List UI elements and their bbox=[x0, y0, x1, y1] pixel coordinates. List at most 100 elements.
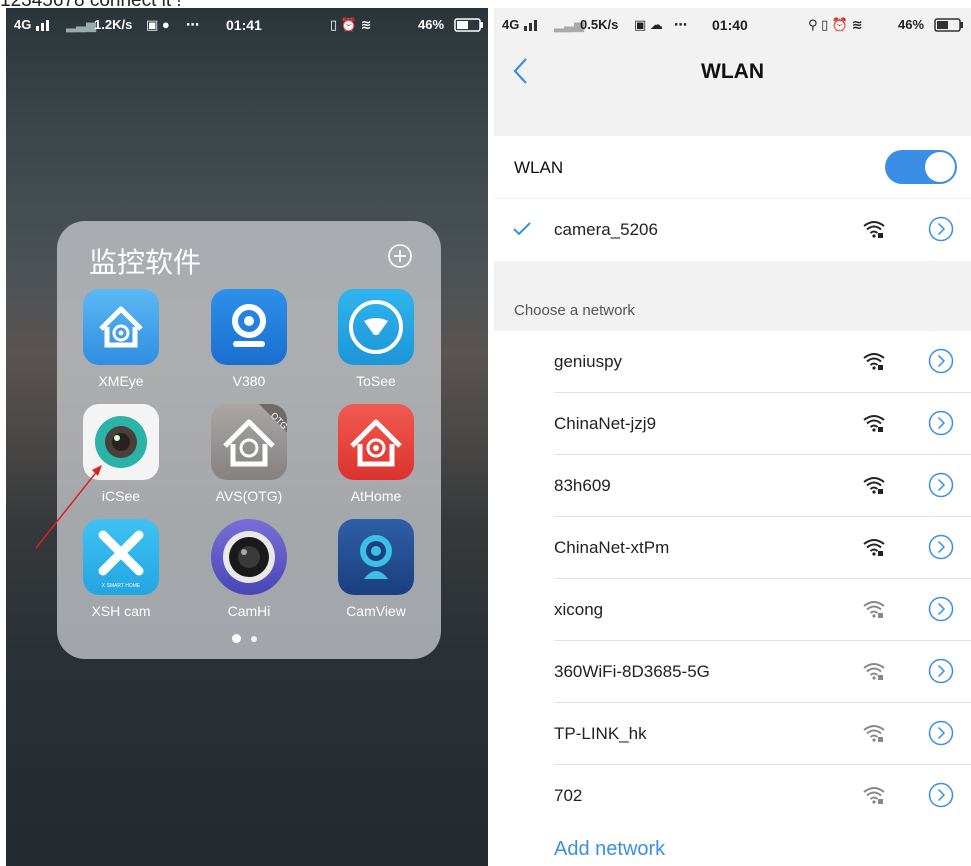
battery-percent: 46% bbox=[898, 17, 925, 32]
app-label: V380 bbox=[232, 373, 266, 389]
network-detail-icon[interactable] bbox=[928, 410, 954, 436]
app-avs-otg[interactable]: OTG AVS(OTG) bbox=[199, 404, 299, 504]
athome-house-icon bbox=[338, 404, 414, 480]
wifi-locked-icon bbox=[863, 663, 885, 680]
network-detail-icon[interactable] bbox=[928, 782, 954, 808]
navigation-bar: WLAN bbox=[494, 40, 971, 104]
network-name: xicong bbox=[554, 600, 604, 619]
more-dots: ⋯ bbox=[186, 17, 199, 32]
house-camera-icon bbox=[83, 289, 159, 365]
camview-webcam-icon bbox=[338, 519, 414, 595]
v380-camera-icon bbox=[211, 289, 287, 365]
network-detail-icon[interactable] bbox=[928, 348, 954, 374]
section-header: Choose a network bbox=[514, 302, 635, 319]
wlan-toggle-row[interactable]: WLAN bbox=[494, 136, 971, 198]
network-name: 83h609 bbox=[554, 476, 611, 495]
page-dot-active bbox=[232, 634, 241, 644]
network-indicator: 4G bbox=[502, 17, 520, 32]
network-name: 360WiFi-8D3685-5G bbox=[554, 662, 710, 681]
wlan-toggle-switch[interactable] bbox=[885, 150, 957, 184]
network-detail-icon[interactable] bbox=[928, 658, 954, 684]
app-camview[interactable]: CamView bbox=[326, 519, 426, 619]
app-xsh-cam[interactable]: X SMART HOME XSH cam bbox=[71, 519, 171, 619]
checkmark-icon bbox=[513, 222, 531, 236]
sim-wechat-icons: ▣ ☁ bbox=[634, 17, 663, 32]
status-bar: 4G ▂▃▅ 0.5K/s ▣ ☁ ⋯ 01:40 ⚲ ▯ ⏰ ≋ 46% bbox=[494, 8, 971, 40]
folder-title[interactable]: 监控软件 bbox=[89, 241, 201, 281]
wifi-locked-icon bbox=[863, 539, 885, 556]
caption-text: 12345678 connect it ! bbox=[0, 0, 182, 8]
camhi-lens-icon bbox=[211, 519, 287, 595]
vibrate-alarm-wifi-icons: ▯ ⏰ ≋ bbox=[330, 17, 372, 32]
network-name: ChinaNet-xtPm bbox=[554, 538, 670, 557]
location-vibrate-alarm-wifi-icons: ⚲ ▯ ⏰ ≋ bbox=[808, 17, 863, 32]
wlan-settings-screen: 4G ▂▃▅ 0.5K/s ▣ ☁ ⋯ 01:40 ⚲ ▯ ⏰ ≋ 46% WL… bbox=[494, 8, 971, 866]
network-row[interactable]: geniuspy bbox=[494, 331, 971, 393]
wifi-locked-icon bbox=[863, 353, 885, 370]
wlan-label: WLAN bbox=[514, 158, 564, 177]
network-detail-icon[interactable] bbox=[928, 720, 954, 746]
app-athome[interactable]: AtHome bbox=[326, 404, 426, 504]
xsh-x-icon: X SMART HOME bbox=[83, 519, 159, 595]
network-detail-icon[interactable] bbox=[928, 596, 954, 622]
network-row[interactable]: 83h609 bbox=[494, 455, 971, 517]
network-detail-icon[interactable] bbox=[928, 216, 954, 242]
network-row[interactable]: 360WiFi-8D3685-5G bbox=[494, 641, 971, 703]
signal-icon-2: ▂▃▅ bbox=[66, 17, 96, 32]
app-camhi[interactable]: CamHi bbox=[199, 519, 299, 619]
toggle-knob bbox=[925, 152, 955, 182]
network-indicator: 4G bbox=[14, 17, 32, 32]
wifi-locked-icon bbox=[863, 787, 885, 804]
signal-icon bbox=[524, 20, 537, 31]
network-row[interactable]: TP-LINK_hk bbox=[494, 703, 971, 765]
wifi-locked-icon bbox=[863, 221, 885, 238]
app-label: ToSee bbox=[356, 373, 396, 389]
signal-icon bbox=[36, 20, 49, 31]
app-label: CamHi bbox=[227, 603, 271, 619]
network-detail-icon[interactable] bbox=[928, 472, 954, 498]
sim-icon: ▣ ● bbox=[146, 17, 170, 32]
wifi-locked-icon bbox=[863, 725, 885, 742]
network-name: ChinaNet-jzj9 bbox=[554, 414, 657, 433]
battery-percent: 46% bbox=[418, 17, 445, 32]
page-indicator[interactable] bbox=[232, 630, 267, 648]
add-app-icon[interactable] bbox=[387, 243, 413, 269]
network-row[interactable]: 702 bbox=[494, 765, 971, 827]
icsee-lens-icon bbox=[83, 404, 159, 480]
network-row[interactable]: xicong bbox=[494, 579, 971, 641]
app-tosee[interactable]: ToSee bbox=[326, 289, 426, 389]
add-network-link[interactable]: Add network bbox=[554, 838, 665, 861]
battery-icon bbox=[454, 18, 483, 32]
app-label: AtHome bbox=[350, 488, 402, 504]
wifi-locked-icon bbox=[863, 415, 885, 432]
wifi-locked-icon bbox=[863, 601, 885, 618]
net-speed: 0.5K/s bbox=[580, 17, 619, 32]
connected-network-row[interactable]: camera_5206 bbox=[494, 199, 971, 261]
net-speed: 1.2K/s bbox=[94, 17, 133, 32]
xsh-subtext: X SMART HOME bbox=[102, 583, 141, 589]
app-label: XSH cam bbox=[91, 603, 151, 619]
network-name: TP-LINK_hk bbox=[554, 724, 647, 743]
network-name: geniuspy bbox=[554, 352, 623, 371]
wifi-locked-icon bbox=[863, 477, 885, 494]
network-detail-icon[interactable] bbox=[928, 534, 954, 560]
app-label: AVS(OTG) bbox=[215, 488, 283, 504]
app-label: CamView bbox=[346, 603, 406, 619]
battery-icon bbox=[934, 18, 963, 32]
app-xmeye[interactable]: XMEye bbox=[71, 289, 171, 389]
network-name: 702 bbox=[554, 786, 583, 805]
page-title: WLAN bbox=[701, 60, 764, 83]
network-row[interactable]: ChinaNet-xtPm bbox=[494, 517, 971, 579]
app-v380[interactable]: V380 bbox=[199, 289, 299, 389]
status-time: 01:40 bbox=[712, 17, 748, 33]
more-dots: ⋯ bbox=[674, 17, 687, 32]
home-screen: 4G ▂▃▅ 1.2K/s ▣ ● ⋯ 01:41 ▯ ⏰ ≋ 46% 监控软件 bbox=[6, 8, 488, 866]
app-label: iCSee bbox=[101, 488, 141, 504]
status-time: 01:41 bbox=[226, 17, 262, 33]
page-dot bbox=[251, 635, 257, 642]
app-icsee[interactable]: iCSee bbox=[71, 404, 171, 504]
connected-network-name: camera_5206 bbox=[554, 220, 658, 239]
network-row[interactable]: ChinaNet-jzj9 bbox=[494, 393, 971, 455]
add-network-row[interactable]: Add network bbox=[494, 825, 971, 866]
avs-house-icon: OTG bbox=[211, 404, 287, 480]
